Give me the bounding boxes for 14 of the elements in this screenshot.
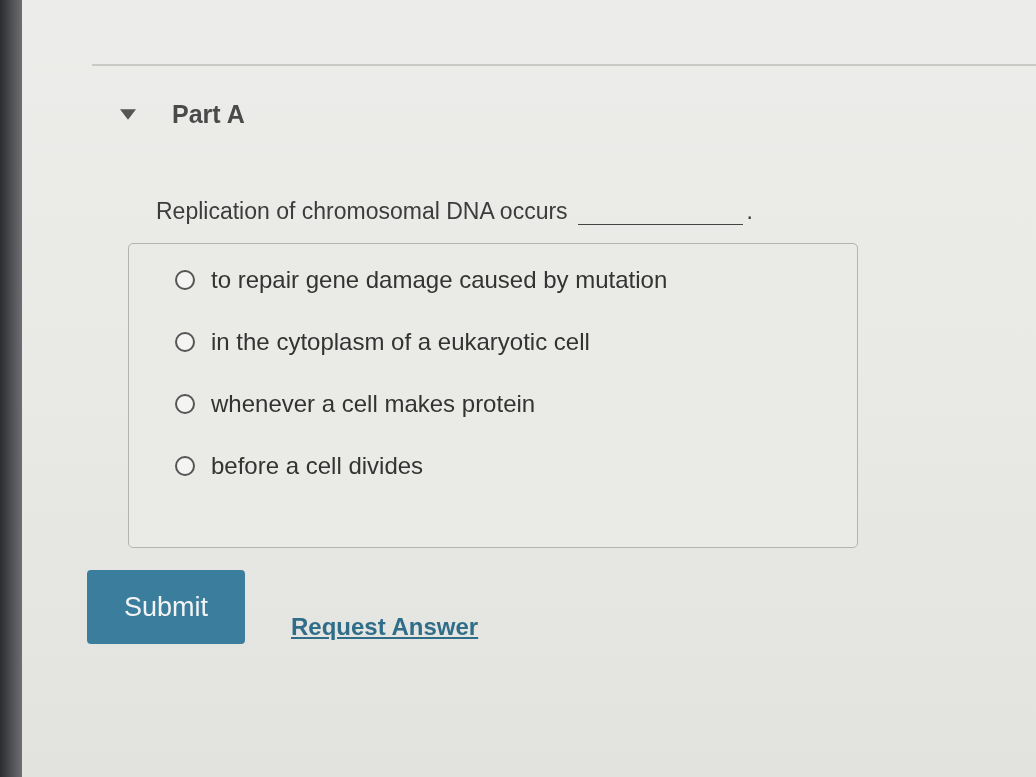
period-text: . bbox=[746, 198, 753, 225]
question-text: Replication of chromosomal DNA occurs bbox=[156, 198, 568, 225]
option-text[interactable]: to repair gene damage caused by mutation bbox=[211, 266, 668, 294]
radio-button[interactable] bbox=[175, 332, 195, 352]
part-title: Part A bbox=[172, 99, 245, 129]
option-text[interactable]: in the cytoplasm of a eukaryotic cell bbox=[211, 328, 590, 356]
option-text[interactable]: whenever a cell makes protein bbox=[211, 390, 536, 418]
request-answer-link[interactable]: Request Answer bbox=[291, 613, 479, 641]
radio-button[interactable] bbox=[175, 270, 195, 290]
caret-icon[interactable] bbox=[120, 108, 136, 120]
radio-button[interactable] bbox=[175, 456, 195, 476]
submit-button[interactable]: Submit bbox=[87, 570, 245, 644]
option-text[interactable]: before a cell divides bbox=[211, 452, 424, 480]
radio-button[interactable] bbox=[175, 394, 195, 414]
